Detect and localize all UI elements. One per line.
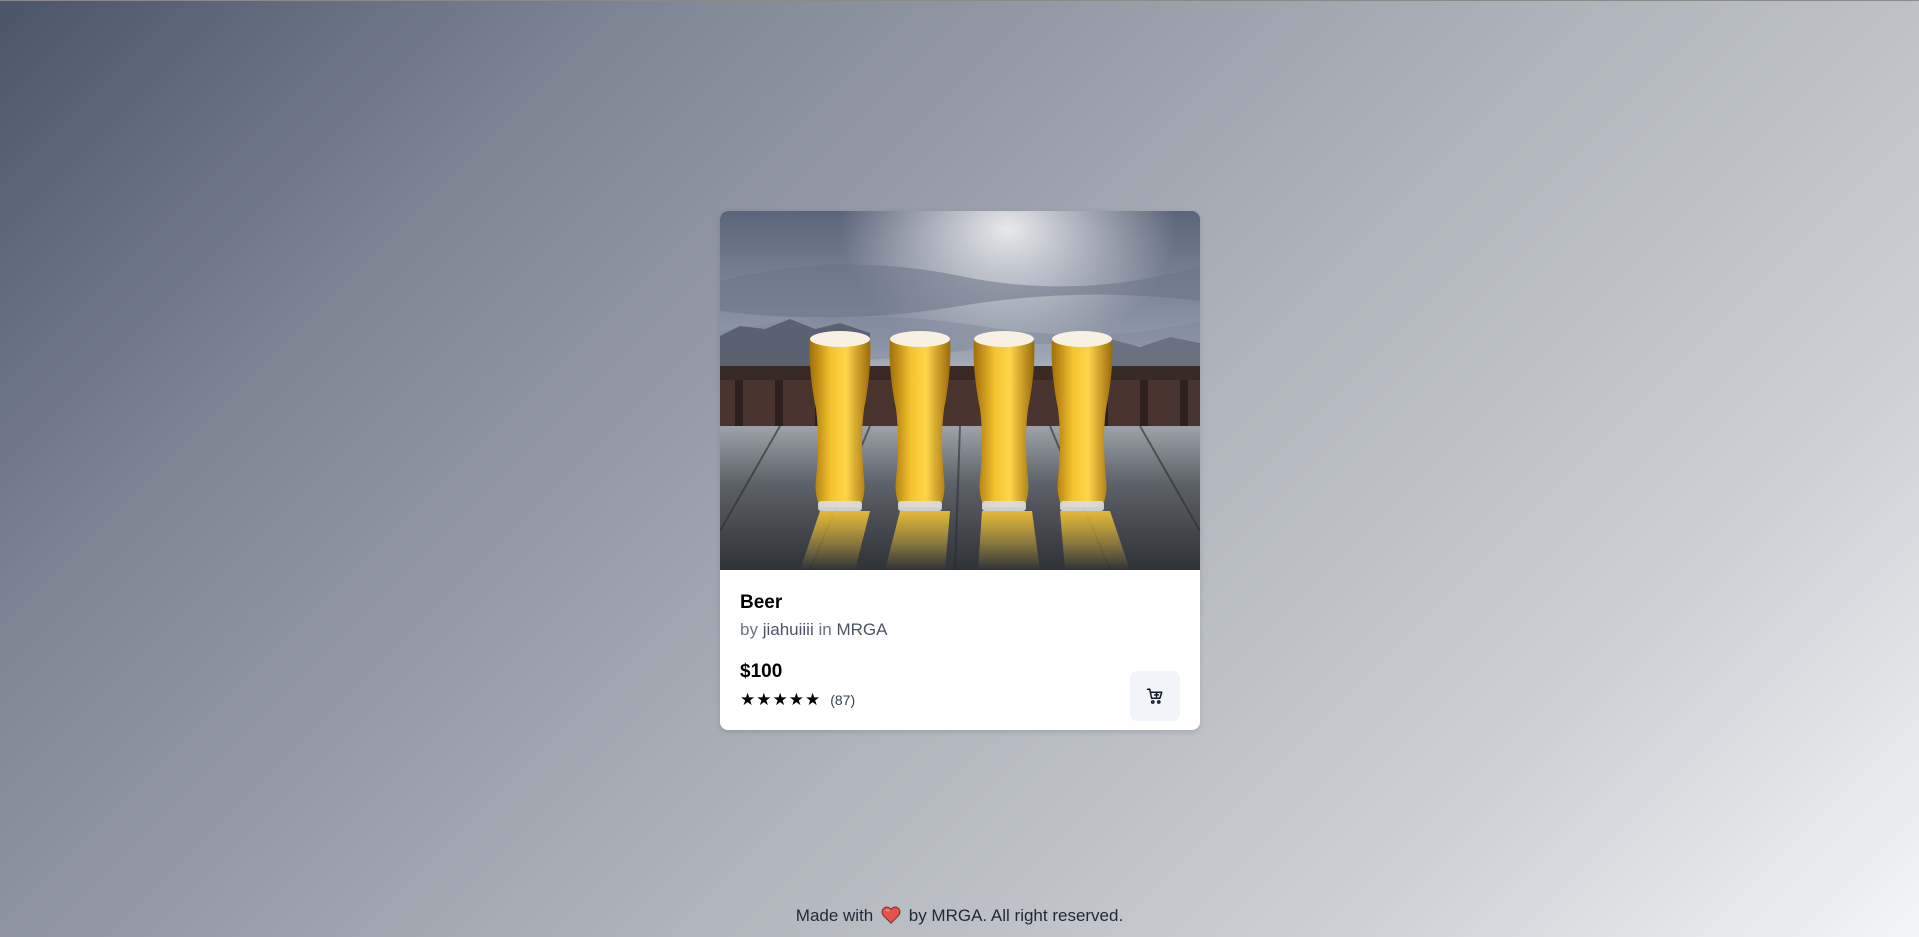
product-byline: by jiahuiiii in MRGA xyxy=(740,620,887,640)
heart-icon xyxy=(881,906,901,924)
category-link[interactable]: MRGA xyxy=(836,620,887,639)
product-card-body: Beer by jiahuiiii in MRGA $100 ★★★★★ (87… xyxy=(720,570,1200,730)
product-title: Beer xyxy=(740,592,783,613)
rating-count: (87) xyxy=(830,692,856,708)
window-top-border xyxy=(0,0,1919,1)
byline-prefix: by xyxy=(740,620,758,639)
author-link[interactable]: jiahuiiii xyxy=(763,620,814,639)
add-to-cart-button[interactable] xyxy=(1130,671,1180,721)
product-image xyxy=(720,211,1200,570)
footer-suffix: by MRGA. All right reserved. xyxy=(908,906,1124,925)
product-rating: ★★★★★ (87) xyxy=(740,690,855,710)
cart-plus-icon xyxy=(1146,688,1163,704)
product-card: Beer by jiahuiiii in MRGA $100 ★★★★★ (87… xyxy=(720,211,1200,730)
byline-in: in xyxy=(818,620,832,639)
footer-text: Made with by MRGA. All right reserved. xyxy=(0,906,1919,926)
rating-stars: ★★★★★ xyxy=(740,690,822,710)
footer-prefix: Made with xyxy=(795,906,874,925)
product-price: $100 xyxy=(740,661,783,682)
